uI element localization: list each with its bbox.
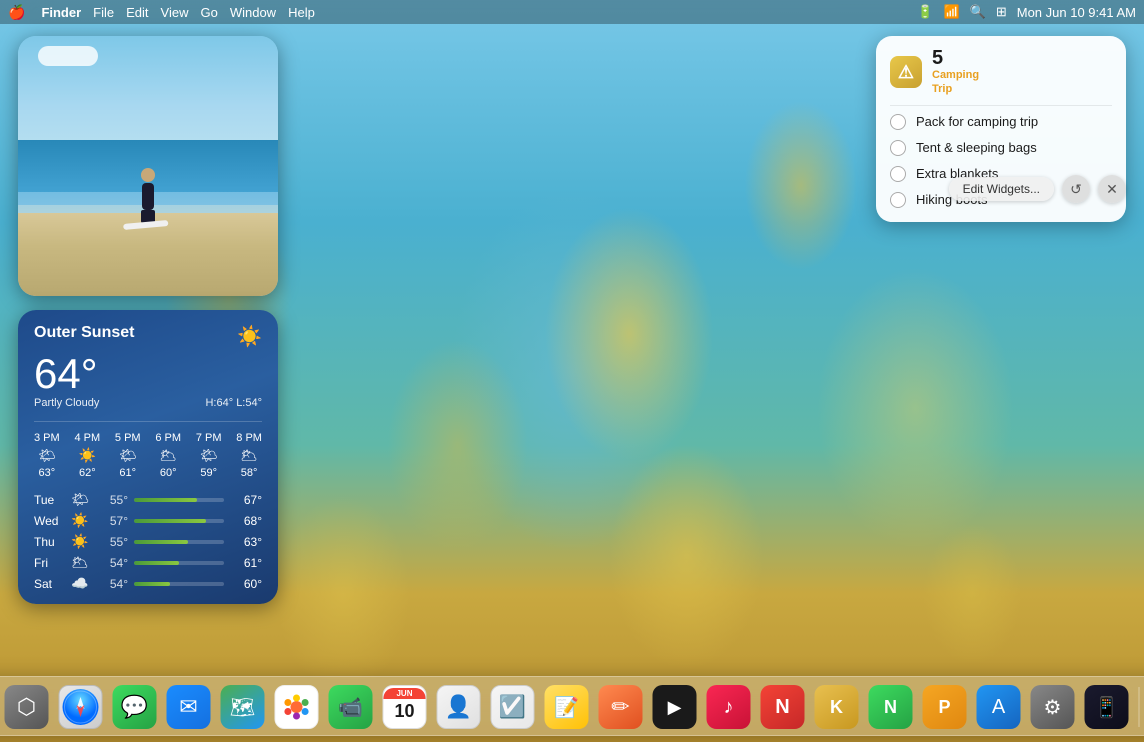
hourly-4pm: 4 PM ☀️ 62° <box>74 432 100 479</box>
dock-iphone-mirroring[interactable]: 📱 <box>1083 683 1131 731</box>
dock-freeform[interactable]: ✏ <box>597 683 645 731</box>
reminder-text-1: Pack for camping trip <box>916 114 1038 129</box>
desktop: 🍎 Finder File Edit View Go Window Help 🔋… <box>0 0 1144 742</box>
menu-window[interactable]: Window <box>230 5 276 20</box>
weather-temperature: 64° <box>34 353 262 395</box>
menu-view[interactable]: View <box>161 5 189 20</box>
reminders-count: 5 <box>932 48 979 68</box>
weather-condition: Partly Cloudy <box>34 397 99 409</box>
menubar: 🍎 Finder File Edit View Go Window Help 🔋… <box>0 0 1144 24</box>
weather-condition-icon: ☀️ <box>237 324 262 349</box>
dock-photos[interactable] <box>273 683 321 731</box>
dock-launchpad[interactable]: ⬡ <box>3 683 51 731</box>
weather-widget: Outer Sunset ☀️ 64° Partly Cloudy H:64° … <box>18 310 278 604</box>
menu-file[interactable]: File <box>93 5 114 20</box>
hourly-7pm: 7 PM 🌤 59° <box>196 432 222 479</box>
reminder-item-1: Pack for camping trip <box>890 114 1112 130</box>
reminders-list-title: CampingTrip <box>932 68 979 97</box>
reminder-radio-1[interactable] <box>890 114 906 130</box>
daily-sat: Sat ☁️ 54° 60° <box>34 575 262 592</box>
reminders-items: Pack for camping trip Tent & sleeping ba… <box>876 106 1126 222</box>
battery-icon: 🔋 <box>917 4 933 20</box>
dock-contacts[interactable]: 👤 <box>435 683 483 731</box>
edit-widgets-button[interactable]: Edit Widgets... <box>949 177 1054 201</box>
reminder-radio-4[interactable] <box>890 192 906 208</box>
wifi-icon: 📶 <box>943 4 959 20</box>
dock-pages[interactable]: P <box>921 683 969 731</box>
reminder-radio-2[interactable] <box>890 140 906 156</box>
dock-numbers[interactable]: N <box>867 683 915 731</box>
weather-hourly: 3 PM 🌤 63° 4 PM ☀️ 62° 5 PM 🌤 61° 6 PM 🌥… <box>34 421 262 479</box>
dock-safari[interactable] <box>57 683 105 731</box>
menu-finder[interactable]: Finder <box>41 5 81 20</box>
close-widgets-button[interactable]: ✕ <box>1098 175 1126 203</box>
hourly-5pm: 5 PM 🌤 61° <box>115 432 141 479</box>
weather-location: Outer Sunset <box>34 324 134 342</box>
dock: ⬡ 💬 ✉ 🗺 <box>0 676 1144 736</box>
dock-separator <box>1139 687 1140 727</box>
dock-appletv[interactable]: ▶ <box>651 683 699 731</box>
dock-music[interactable]: ♪ <box>705 683 753 731</box>
menu-edit[interactable]: Edit <box>126 5 148 20</box>
control-center-icon[interactable]: ⊞ <box>996 4 1007 20</box>
dock-reminders[interactable]: ☑️ <box>489 683 537 731</box>
reminder-text-2: Tent & sleeping bags <box>916 140 1037 155</box>
edit-widgets-bar: Edit Widgets... ↺ ✕ <box>949 175 1126 203</box>
rotate-icon-button[interactable]: ↺ <box>1062 175 1090 203</box>
daily-fri: Fri 🌥 54° 61° <box>34 554 262 571</box>
photo-widget <box>18 36 278 296</box>
dock-appstore[interactable]: A <box>975 683 1023 731</box>
dock-messages[interactable]: 💬 <box>111 683 159 731</box>
dock-keynote[interactable]: K <box>813 683 861 731</box>
apple-menu[interactable]: 🍎 <box>8 4 25 21</box>
dock-calendar[interactable]: JUN 10 <box>381 683 429 731</box>
dock-system-settings[interactable]: ⚙ <box>1029 683 1077 731</box>
dock-facetime[interactable]: 📹 <box>327 683 375 731</box>
dock-maps[interactable]: 🗺 <box>219 683 267 731</box>
hourly-6pm: 6 PM 🌥 60° <box>155 432 181 479</box>
menu-go[interactable]: Go <box>200 5 217 20</box>
menu-help[interactable]: Help <box>288 5 315 20</box>
daily-tue: Tue 🌤 55° 67° <box>34 491 262 508</box>
daily-wed: Wed ☀️ 57° 68° <box>34 512 262 529</box>
reminder-item-2: Tent & sleeping bags <box>890 140 1112 156</box>
hourly-3pm: 3 PM 🌤 63° <box>34 432 60 479</box>
weather-daily: Tue 🌤 55° 67° Wed ☀️ 57° 68° Thu ☀️ <box>34 491 262 592</box>
datetime[interactable]: Mon Jun 10 9:41 AM <box>1017 5 1136 20</box>
hourly-8pm: 8 PM 🌥 58° <box>236 432 262 479</box>
dock-news[interactable]: N <box>759 683 807 731</box>
weather-high-low: H:64° L:54° <box>205 397 262 409</box>
dock-mail[interactable]: ✉ <box>165 683 213 731</box>
daily-thu: Thu ☀️ 55° 63° <box>34 533 262 550</box>
reminder-radio-3[interactable] <box>890 166 906 182</box>
dock-notes[interactable]: 📝 <box>543 683 591 731</box>
reminders-app-icon: ⚠ <box>890 56 922 88</box>
search-icon[interactable]: 🔍 <box>970 4 986 20</box>
